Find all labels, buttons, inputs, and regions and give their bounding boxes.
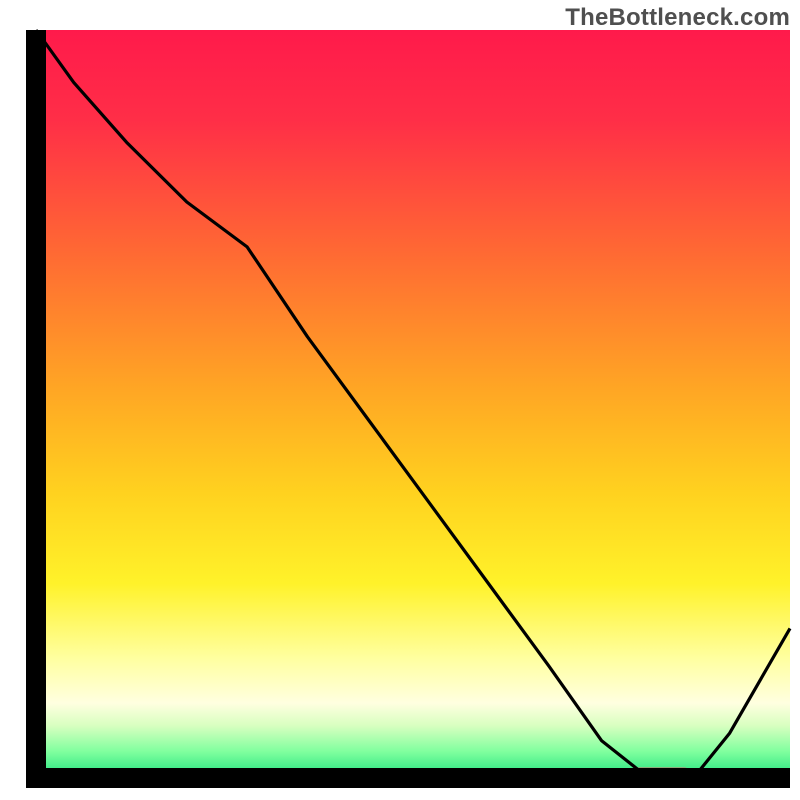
bottleneck-chart: [0, 0, 800, 800]
chart-frame: TheBottleneck.com: [0, 0, 800, 800]
plot-background: [36, 30, 790, 778]
